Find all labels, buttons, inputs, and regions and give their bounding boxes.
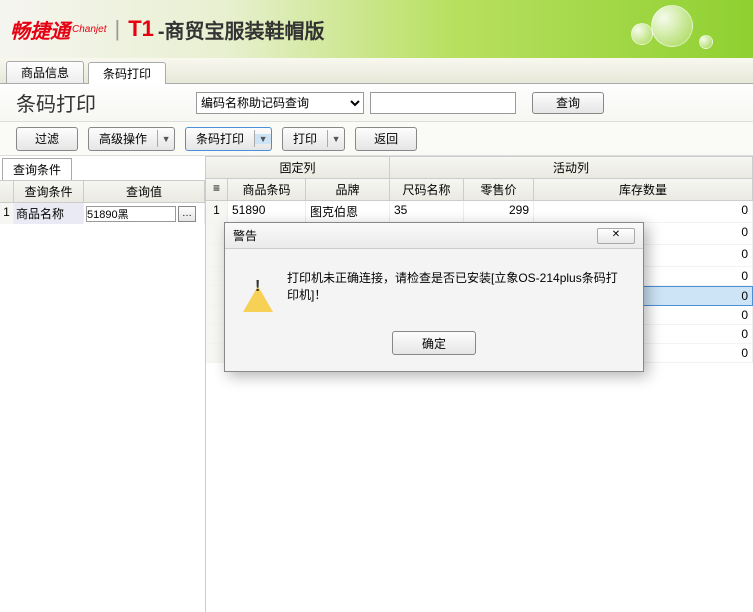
- header-decor: [593, 5, 713, 55]
- sidebar-row: 1 商品名称 …: [0, 203, 205, 224]
- chevron-down-icon[interactable]: ▼: [158, 134, 174, 144]
- advanced-button[interactable]: 高级操作▼: [88, 127, 175, 151]
- sidebar-row-index: 1: [0, 203, 14, 224]
- dialog-title: 警告: [233, 227, 257, 244]
- sidebar-header: 查询条件 查询值: [0, 180, 205, 203]
- print-button[interactable]: 打印▼: [282, 127, 345, 151]
- sidebar-col-condition: 查询条件: [14, 181, 84, 202]
- grid-col-stock[interactable]: 库存数量: [534, 179, 753, 201]
- grid-col-price[interactable]: 零售价: [464, 179, 534, 201]
- search-mode-select[interactable]: 编码名称助记码查询: [196, 92, 364, 114]
- tab-barcode-print[interactable]: 条码打印: [88, 62, 166, 84]
- sidebar-col-index: [0, 181, 14, 202]
- product-code: T1: [128, 16, 154, 42]
- product-name: -商贸宝服装鞋帽版: [158, 15, 325, 44]
- dialog-ok-button[interactable]: 确定: [392, 331, 476, 355]
- dialog-footer: 确定: [225, 323, 643, 371]
- dialog-message: 打印机未正确连接，请检查是否已安装[立象OS-214plus条码打印机]！: [287, 269, 625, 303]
- grid-col-size[interactable]: 尺码名称: [390, 179, 464, 201]
- grid-header-row: ≡ 商品条码 品牌 尺码名称 零售价 库存数量: [206, 179, 753, 201]
- filter-button[interactable]: 过滤: [16, 127, 78, 151]
- chevron-down-icon[interactable]: ▼: [328, 134, 344, 144]
- header-divider: |: [114, 16, 120, 42]
- tab-product-info[interactable]: 商品信息: [6, 61, 84, 83]
- sidebar-col-value: 查询值: [84, 181, 205, 202]
- dialog-body: 打印机未正确连接，请检查是否已安装[立象OS-214plus条码打印机]！: [225, 249, 643, 323]
- group-fixed-cols: 固定列: [206, 156, 390, 179]
- condition-value-input[interactable]: [86, 206, 176, 222]
- grid-col-barcode[interactable]: 商品条码: [228, 179, 306, 201]
- warning-dialog: 警告 ✕ 打印机未正确连接，请检查是否已安装[立象OS-214plus条码打印机…: [224, 222, 644, 372]
- main-tabs: 商品信息 条码打印: [0, 58, 753, 84]
- sidebar-row-cond: 商品名称: [14, 203, 84, 224]
- query-button[interactable]: 查询: [532, 92, 604, 114]
- group-active-cols: 活动列: [390, 156, 753, 179]
- grid-col-menu[interactable]: ≡: [206, 179, 228, 201]
- title-row: 条码打印 编码名称助记码查询 查询: [0, 84, 753, 122]
- logo-subtext: Chanjet: [72, 24, 106, 35]
- lookup-button[interactable]: …: [178, 206, 196, 222]
- chevron-down-icon[interactable]: ▼: [255, 134, 271, 144]
- dialog-titlebar: 警告 ✕: [225, 223, 643, 249]
- close-icon: ✕: [612, 229, 620, 240]
- warning-icon: [243, 272, 273, 300]
- grid-col-brand[interactable]: 品牌: [306, 179, 390, 201]
- back-button[interactable]: 返回: [355, 127, 417, 151]
- query-sidebar: 查询条件 查询条件 查询值 1 商品名称 …: [0, 156, 206, 612]
- sidebar-tab-conditions[interactable]: 查询条件: [2, 158, 72, 180]
- dialog-close-button[interactable]: ✕: [597, 228, 635, 244]
- grid-column-groups: 固定列 活动列: [206, 156, 753, 179]
- page-title: 条码打印: [16, 88, 96, 117]
- sidebar-row-val: …: [84, 203, 205, 224]
- app-header: 畅捷通 Chanjet | T1 -商贸宝服装鞋帽版: [0, 0, 753, 58]
- barcode-print-button[interactable]: 条码打印▼: [185, 127, 272, 151]
- table-row[interactable]: 1 51890 图克伯恩 35 299 0: [206, 201, 753, 223]
- search-input[interactable]: [370, 92, 516, 114]
- logo-text: 畅捷通: [10, 15, 70, 44]
- toolbar: 过滤 高级操作▼ 条码打印▼ 打印▼ 返回: [0, 122, 753, 156]
